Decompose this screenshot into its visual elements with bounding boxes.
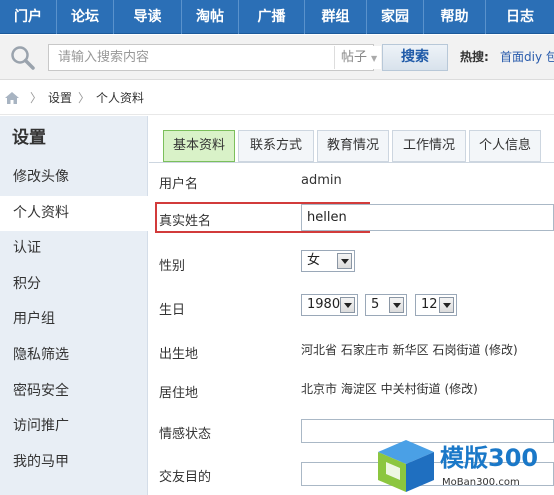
residence-label: 居住地 <box>159 386 199 401</box>
birthplace-label: 出生地 <box>159 347 199 362</box>
sidebar-item-profile[interactable]: 个人资料 <box>0 195 148 232</box>
sidebar-item-credits[interactable]: 积分 <box>0 267 147 303</box>
breadcrumb: 〉 设置 〉 个人资料 <box>0 81 554 115</box>
tabs-divider <box>149 162 554 163</box>
top-nav: 门户 论坛 导读 淘帖 广播 群组 家园 帮助 日志 <box>0 0 554 34</box>
nav-item-portal[interactable]: 门户 <box>0 0 57 34</box>
watermark-url: MoBan300.com <box>442 477 520 488</box>
birth-month-select[interactable]: 5 <box>365 294 407 316</box>
gender-value: 女 <box>307 253 321 268</box>
home-icon[interactable] <box>4 91 20 105</box>
tab-work[interactable]: 工作情况 <box>392 130 466 162</box>
birth-day-value: 12 <box>421 297 438 312</box>
sidebar-item-vest[interactable]: 我的马甲 <box>0 445 147 481</box>
sidebar-item-password[interactable]: 密码安全 <box>0 374 147 410</box>
search-type-label: 帖子 <box>341 50 368 65</box>
sidebar-title: 设置 <box>12 128 46 148</box>
gender-label: 性别 <box>159 259 186 274</box>
realname-input[interactable]: hellen <box>301 204 554 231</box>
logo-cube-icon <box>378 440 434 492</box>
sidebar-item-usergroup[interactable]: 用户组 <box>0 302 147 338</box>
emotion-label: 情感状态 <box>159 427 212 442</box>
birth-day-select[interactable]: 12 <box>415 294 457 316</box>
nav-item-group[interactable]: 群组 <box>305 0 367 34</box>
nav-item-broadcast[interactable]: 广播 <box>239 0 305 34</box>
nav-item-blog[interactable]: 日志 <box>486 0 554 34</box>
tab-basic-info[interactable]: 基本资料 <box>163 130 235 162</box>
tab-contact[interactable]: 联系方式 <box>238 130 314 162</box>
chevron-down-icon: ▼ <box>371 54 378 63</box>
sidebar-item-privacy[interactable]: 隐私筛选 <box>0 338 147 374</box>
username-value: admin <box>301 173 342 188</box>
chevron-down-icon <box>340 297 355 313</box>
search-button[interactable]: 搜索 <box>382 44 448 71</box>
sidebar: 设置 修改头像 个人资料 认证 积分 用户组 隐私筛选 密码安全 访问推广 我的… <box>0 116 148 495</box>
nav-item-collection[interactable]: 淘帖 <box>182 0 239 34</box>
birth-month-value: 5 <box>371 297 380 312</box>
profile-tabs: 基本资料 联系方式 教育情况 工作情况 个人信息 <box>163 130 544 162</box>
watermark: 模版300 MoBan300.com <box>376 434 554 495</box>
search-icon <box>11 46 35 70</box>
tab-personal-info[interactable]: 个人信息 <box>469 130 541 162</box>
tab-education[interactable]: 教育情况 <box>317 130 389 162</box>
hot-search-label: 热搜: <box>460 50 489 64</box>
breadcrumb-settings[interactable]: 设置 <box>48 89 72 106</box>
gender-select[interactable]: 女 <box>301 250 355 272</box>
hot-search-link[interactable]: 首面diy 包 <box>500 48 554 65</box>
sidebar-item-promotion[interactable]: 访问推广 <box>0 409 147 445</box>
nav-item-help[interactable]: 帮助 <box>424 0 486 34</box>
nav-item-forum[interactable]: 论坛 <box>57 0 114 34</box>
chevron-down-icon <box>439 297 454 313</box>
realname-label: 真实姓名 <box>159 214 212 229</box>
breadcrumb-separator: 〉 <box>30 91 43 105</box>
sidebar-item-avatar[interactable]: 修改头像 <box>0 160 147 196</box>
watermark-brand: 模版300 <box>440 444 539 472</box>
search-type-select[interactable]: 帖子 ▼ <box>334 46 382 69</box>
birth-year-value: 1980 <box>307 297 341 312</box>
breadcrumb-separator: 〉 <box>78 91 91 105</box>
birthplace-value[interactable]: 河北省 石家庄市 新华区 石岗街道 (修改) <box>301 341 518 358</box>
chevron-down-icon <box>389 297 404 313</box>
residence-value[interactable]: 北京市 海淀区 中关村街道 (修改) <box>301 380 478 397</box>
breadcrumb-profile: 个人资料 <box>96 91 145 105</box>
purpose-label: 交友目的 <box>159 470 212 485</box>
search-bar: 请输入搜索内容 帖子 ▼ 搜索 热搜: 首面diy 包 <box>0 35 554 80</box>
search-input[interactable]: 请输入搜索内容 <box>48 44 374 71</box>
nav-item-guide[interactable]: 导读 <box>114 0 182 34</box>
birthday-label: 生日 <box>159 303 186 318</box>
username-label: 用户名 <box>159 177 199 192</box>
nav-item-home[interactable]: 家园 <box>367 0 424 34</box>
chevron-down-icon <box>337 253 352 269</box>
sidebar-item-verify[interactable]: 认证 <box>0 231 147 267</box>
birth-year-select[interactable]: 1980 <box>301 294 358 316</box>
